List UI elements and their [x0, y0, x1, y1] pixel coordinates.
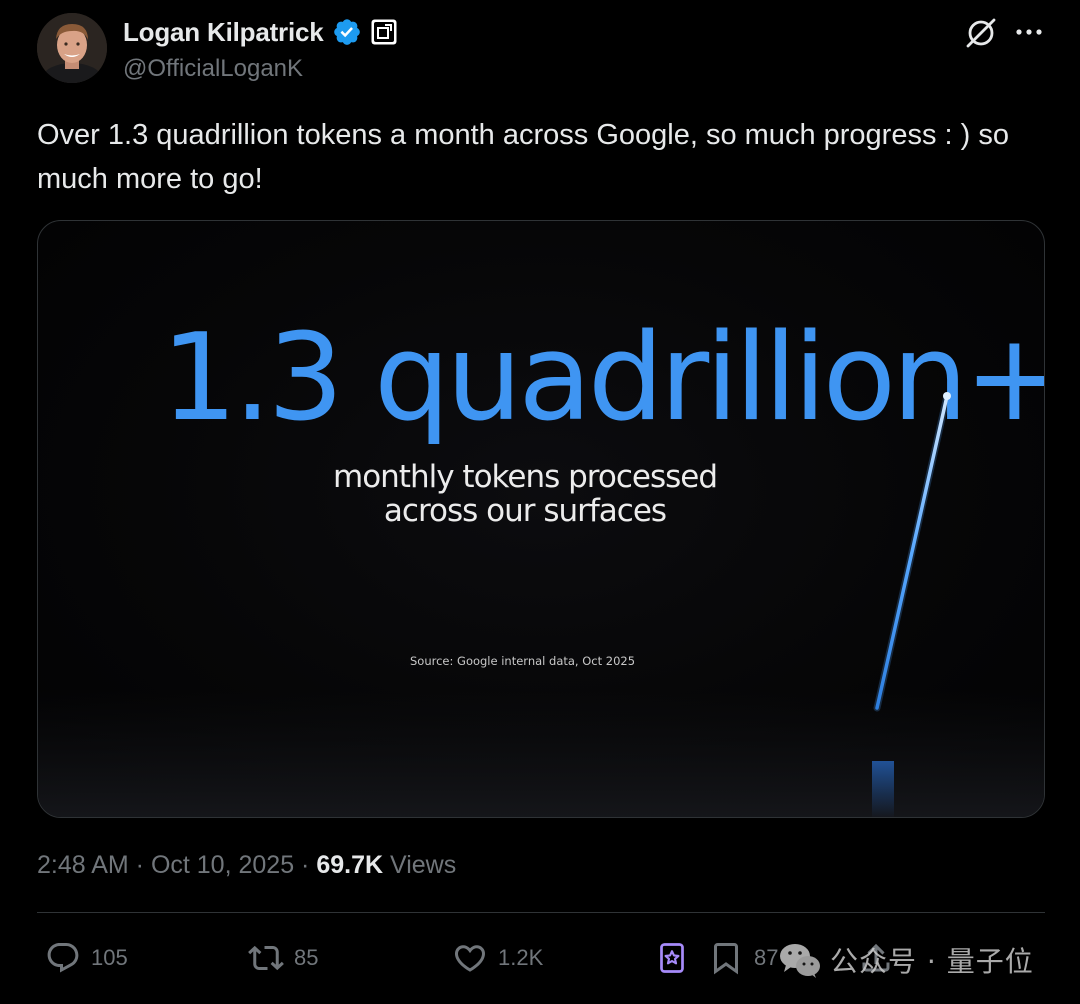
watermark: 公众号 · 量子位 [778, 937, 1034, 983]
author-handle[interactable]: @OfficialLoganK [123, 55, 303, 83]
tweet-text: Over 1.3 quadrillion tokens a month acro… [37, 119, 1009, 195]
reply-count: 105 [91, 945, 128, 970]
grok-action-button[interactable] [654, 936, 690, 980]
avatar[interactable] [37, 13, 107, 83]
views-count: 69.7K [316, 851, 384, 879]
like-count: 1.2K [498, 945, 544, 970]
repost-icon [248, 945, 284, 971]
slide-subline-1: monthly tokens processed [333, 459, 717, 495]
like-icon [454, 945, 486, 972]
watermark-text: 公众号 · 量子位 [830, 945, 1034, 978]
reply-icon [47, 943, 79, 973]
grok-icon[interactable] [962, 14, 1000, 52]
grok-action-icon [660, 943, 684, 973]
views-label: Views [383, 851, 457, 879]
repost-button[interactable]: 85 [248, 936, 318, 980]
wechat-icon [780, 944, 820, 978]
slide-headline: 1.3 quadrillion+ [161, 309, 1045, 448]
affiliate-badge-icon[interactable] [371, 19, 397, 45]
tweet-meta: 2:48 AM · Oct 10, 2025 · 69.7K Views [37, 851, 456, 880]
bookmark-icon [714, 943, 738, 975]
divider [37, 912, 1045, 913]
verified-badge-icon [332, 17, 362, 47]
repost-count: 85 [294, 945, 319, 970]
display-name[interactable]: Logan Kilpatrick [123, 17, 324, 48]
more-icon[interactable] [1012, 18, 1046, 46]
timestamp[interactable]: 2:48 AM · Oct 10, 2025 · [37, 851, 316, 879]
bookmark-button[interactable]: 87 [708, 936, 778, 980]
like-button[interactable]: 1.2K [452, 936, 543, 980]
tweet: Logan Kilpatrick @OfficialLoganK Over 1.… [0, 0, 1080, 1004]
slide-source: Source: Google internal data, Oct 2025 [410, 654, 635, 668]
tweet-media-image[interactable]: 1.3 quadrillion+ monthly tokens processe… [37, 220, 1045, 818]
slide-subline-2: across our surfaces [384, 493, 666, 529]
bookmark-count: 87 [754, 945, 779, 970]
reply-button[interactable]: 105 [45, 936, 128, 980]
